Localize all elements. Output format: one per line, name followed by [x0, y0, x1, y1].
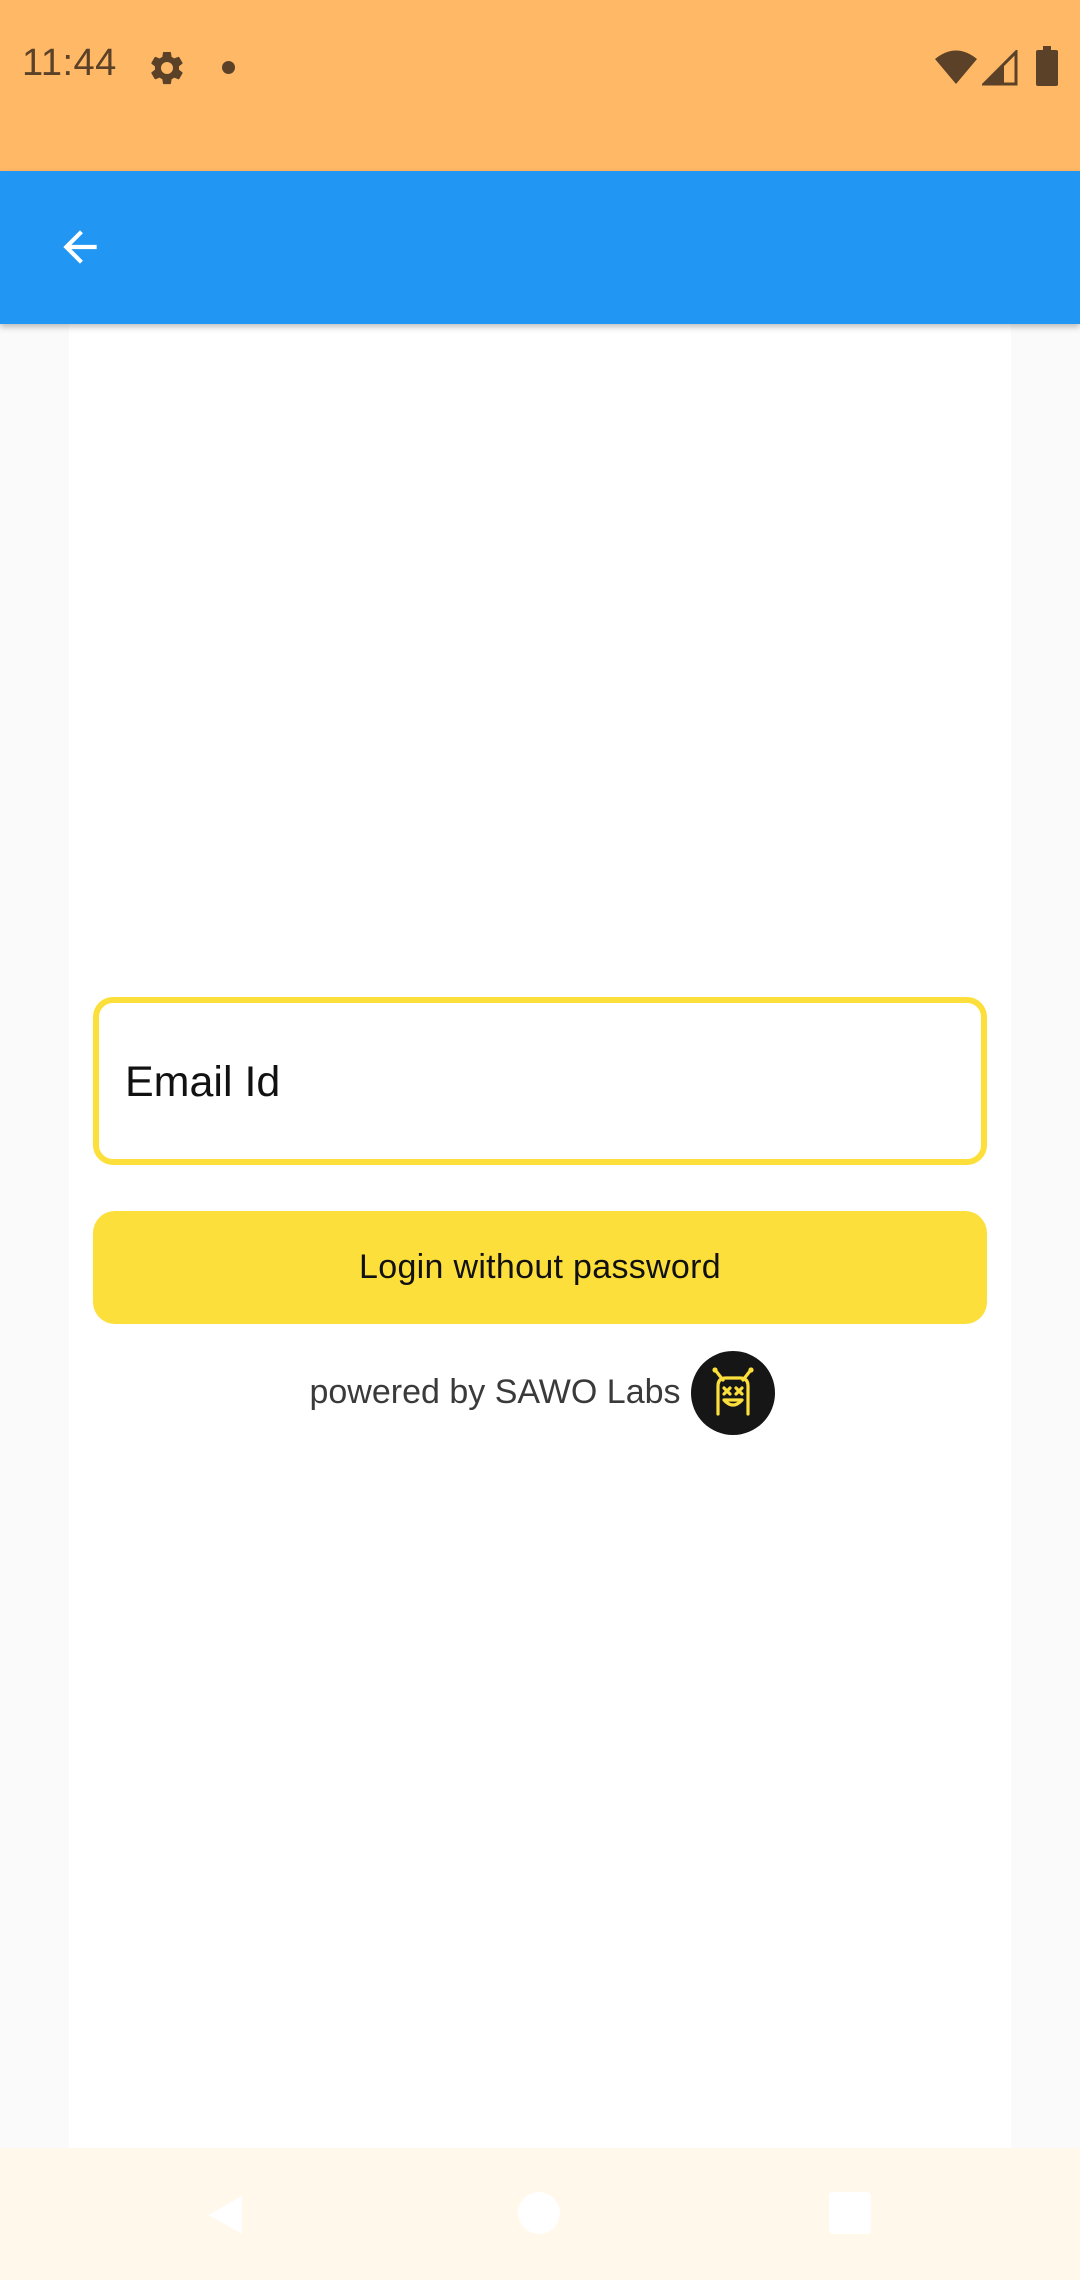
nav-back-icon[interactable] — [202, 2192, 248, 2238]
navigation-bar — [0, 2148, 1080, 2280]
battery-icon — [1036, 46, 1058, 86]
email-input[interactable] — [123, 1003, 967, 1161]
powered-by-text: powered by SAWO Labs — [309, 1373, 681, 1411]
login-without-password-button[interactable]: Login without password — [93, 1211, 987, 1324]
status-bar: 11:44 — [0, 0, 1080, 171]
arrow-left-icon — [63, 230, 97, 264]
app-bar — [0, 171, 1080, 324]
nav-home-icon[interactable] — [518, 2192, 560, 2234]
notification-dot-icon — [222, 61, 235, 74]
gear-icon — [151, 51, 183, 85]
back-button[interactable] — [40, 207, 120, 287]
nav-recents-icon[interactable] — [829, 2192, 871, 2234]
login-button-label: Login without password — [359, 1248, 721, 1286]
cell-signal-icon — [982, 50, 1018, 86]
sawo-robot-icon — [711, 1366, 754, 1416]
sawo-labs-logo — [690, 1350, 775, 1435]
email-field[interactable] — [93, 997, 987, 1165]
status-time: 11:44 — [22, 42, 117, 84]
wifi-icon — [935, 50, 977, 84]
powered-by-row: powered by SAWO Labs — [0, 1350, 1080, 1435]
